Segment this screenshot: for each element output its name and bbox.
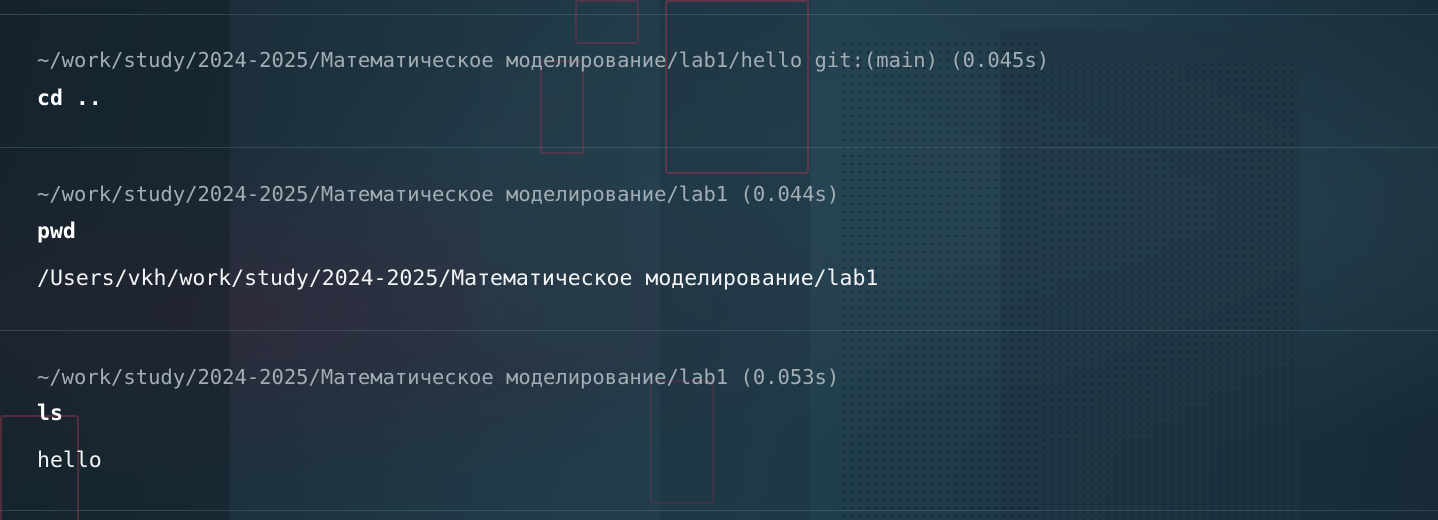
prompt-line: ~/work/study/2024-2025/Математическое мо… (37, 365, 840, 389)
command-block-1[interactable]: ~/work/study/2024-2025/Математическое мо… (0, 14, 1438, 148)
command-text: cd .. (37, 86, 102, 111)
prompt-line: ~/work/study/2024-2025/Математическое мо… (37, 182, 840, 206)
command-block-3[interactable]: ~/work/study/2024-2025/Математическое мо… (0, 330, 1438, 511)
command-block-2[interactable]: ~/work/study/2024-2025/Математическое мо… (0, 147, 1438, 331)
command-text: pwd (37, 219, 76, 244)
command-output: /Users/vkh/work/study/2024-2025/Математи… (37, 266, 879, 291)
command-text: ls (37, 401, 63, 426)
command-output: hello (37, 448, 102, 473)
prompt-line: ~/work/study/2024-2025/Математическое мо… (37, 48, 1050, 72)
